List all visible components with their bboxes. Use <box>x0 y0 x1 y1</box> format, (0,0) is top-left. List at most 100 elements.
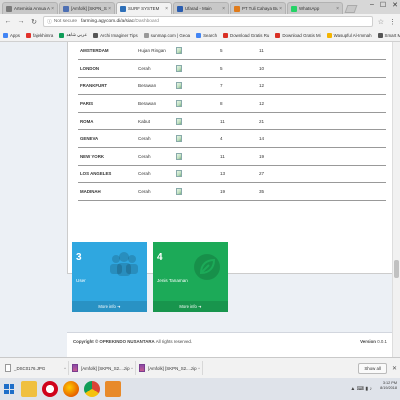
system-tray-icons[interactable]: ▲ ⌨ ▮ ♪ <box>350 386 372 392</box>
bookmark-item[interactable]: Archi Imaginer Tips <box>93 32 138 38</box>
bookmark-star-icon[interactable]: ☆ <box>378 18 384 26</box>
weather-cell: Cerah <box>138 171 151 177</box>
page-footer: Copyright © OPREKINDO NUSANTARA All righ… <box>67 332 392 357</box>
bookmark-item[interactable]: Wasupful Al-Immah <box>326 32 372 38</box>
table-row: AMSTERDAM Hujan Ringan 5 11 <box>78 42 386 60</box>
bookmark-label: Apps <box>10 32 21 38</box>
bookmark-item[interactable]: sunmap.com | Geoa <box>143 32 190 38</box>
browser-tab[interactable]: SURF SYSTEM × <box>116 2 172 14</box>
tab-close-icon[interactable]: × <box>51 6 54 12</box>
close-icon[interactable]: ✕ <box>392 365 397 372</box>
tab-close-icon[interactable]: × <box>165 6 168 12</box>
tab-close-icon[interactable]: × <box>222 6 225 12</box>
bookmark-icon <box>59 32 65 38</box>
new-tab-button[interactable] <box>344 5 358 13</box>
opera-icon[interactable] <box>42 381 58 397</box>
bookmark-item[interactable]: Apps <box>3 32 21 38</box>
chevron-up-icon[interactable]: ^ <box>131 366 133 371</box>
max-temp-cell: 27 <box>259 171 265 177</box>
bookmark-icon <box>275 32 281 38</box>
weather-cell: Cerah <box>138 65 151 71</box>
firefox-icon[interactable] <box>63 381 79 397</box>
browser-tab[interactable]: PT Tuli Cahaya Buana | A× <box>230 2 286 14</box>
info-icon[interactable]: ⓘ <box>47 18 52 25</box>
table-row: FRANKFURT Berawan 7 12 <box>78 77 386 95</box>
reload-icon[interactable]: ↻ <box>30 18 38 26</box>
company-name[interactable]: OPREKINDO NUSANTARA <box>99 339 154 344</box>
city-cell: AMSTERDAM <box>80 48 109 54</box>
rights-text: All rights reserved. <box>155 339 193 344</box>
browser-tab[interactable]: Ufarad - Main × <box>173 2 229 14</box>
min-temp-cell: 11 <box>220 153 225 159</box>
min-temp-cell: 11 <box>220 118 225 124</box>
user-stat-box: 3 User More info ➜ <box>72 242 147 312</box>
show-all-button[interactable]: Show all <box>358 362 387 374</box>
plant-more-info-link[interactable]: More info ➜ <box>153 301 228 312</box>
weather-cell: Cerah <box>138 189 151 195</box>
close-window-icon[interactable]: ✕ <box>392 1 398 9</box>
minimize-icon[interactable]: – <box>370 1 374 9</box>
scrollbar-thumb[interactable] <box>394 260 399 278</box>
bookmark-label: Download Gratis Ru <box>230 32 270 38</box>
broken-image-icon <box>176 135 182 143</box>
screen: Artemisia Annua An Ext×[Amfolk] [SKPN_S2… <box>0 0 400 400</box>
tab-close-icon[interactable]: × <box>108 6 111 12</box>
bookmark-label: fajekhimra <box>33 32 54 38</box>
min-temp-cell: 13 <box>220 171 226 177</box>
download-label: _DSC0176.JPG <box>14 365 46 371</box>
broken-image-icon <box>176 64 182 72</box>
tab-favicon-icon <box>6 5 12 12</box>
user-count: 3 <box>76 252 82 263</box>
weather-image-cell <box>176 77 217 95</box>
forward-icon[interactable]: → <box>17 18 25 25</box>
browser-tab[interactable]: Artemisia Annua An Ext× <box>2 2 58 14</box>
bookmarks-bar: Apps fajekhimra عربي شاهد Archi Imaginer Ti… <box>0 29 400 42</box>
maximize-icon[interactable]: ☐ <box>380 1 386 9</box>
download-item[interactable]: [Amfolk] [SKPN_S2....zip ^ <box>137 361 203 375</box>
file-explorer-icon[interactable] <box>21 381 37 397</box>
weather-table: AMSTERDAM Hujan Ringan 5 11 LONDON Cerah 5 10 FR… <box>78 42 386 201</box>
plant-stat-box: 4 Jenis Tanaman More info ➜ <box>153 242 228 312</box>
tab-close-icon[interactable]: × <box>279 6 282 12</box>
bookmark-item[interactable]: fajekhimra <box>26 32 54 38</box>
browser-tab[interactable]: WhatsApp × <box>287 2 343 14</box>
chevron-up-icon[interactable]: ^ <box>198 366 200 371</box>
bookmark-icon <box>3 32 8 38</box>
tab-label: PT Tuli Cahaya Buana | A <box>242 6 279 11</box>
table-row: LONDON Cerah 5 10 <box>78 60 386 78</box>
download-item[interactable]: _DSC0176.JPG ^ <box>3 361 69 375</box>
url-path: /Dashboard <box>134 19 159 24</box>
chrome-icon[interactable] <box>84 381 100 397</box>
download-items: _DSC0176.JPG ^ [Amfolk] [SKPN_S2....zip ^ [A… <box>3 361 204 375</box>
plant-more-info-label: More info <box>179 304 197 309</box>
page-scrollbar[interactable] <box>392 42 400 357</box>
chevron-up-icon[interactable]: ^ <box>64 366 66 371</box>
back-icon[interactable]: ← <box>4 18 12 25</box>
bookmark-label: Search <box>203 32 218 38</box>
menu-icon[interactable]: ⋮ <box>389 18 396 26</box>
bookmark-label: عربي شاهد <box>66 32 88 37</box>
bookmark-item[interactable]: Download Gratis Mi <box>275 32 321 38</box>
bookmark-item[interactable]: عربي شاهد <box>59 32 87 38</box>
browser-tab[interactable]: [Amfolk] [SKPN_S2_05_1× <box>59 2 115 14</box>
user-more-info-link[interactable]: More info ➜ <box>72 301 147 312</box>
windows-start-icon[interactable] <box>2 382 16 396</box>
copyright-text: Copyright © OPREKINDO NUSANTARA All righ… <box>73 339 192 344</box>
folder-icon[interactable] <box>105 381 121 397</box>
bookmark-item[interactable]: Download Gratis Ru <box>223 32 270 38</box>
broken-image-icon <box>176 152 182 160</box>
bookmark-label: Download Gratis Mi <box>282 32 321 38</box>
min-temp-cell: 7 <box>220 83 223 89</box>
url-input[interactable]: ⓘ Not secure farming.agycom.di/a/siac/Da… <box>43 16 373 27</box>
bookmark-item[interactable]: Smart Mastering | Fu <box>377 32 400 38</box>
tab-label: WhatsApp <box>299 6 320 11</box>
download-item[interactable]: [Amfolk] [SKPN_S2....zip ^ <box>70 361 136 375</box>
address-bar: ← → ↻ ⓘ Not secure farming.agycom.di/a/s… <box>0 14 400 29</box>
city-cell: MADINAH <box>80 189 101 195</box>
bookmark-item[interactable]: Search <box>196 32 218 38</box>
tab-close-icon[interactable]: × <box>336 6 339 12</box>
city-cell: FRANKFURT <box>80 83 108 89</box>
clock[interactable]: 3:12 PM 8/19/2018 <box>380 381 397 391</box>
max-temp-cell: 21 <box>259 118 265 124</box>
plant-count: 4 <box>157 252 163 263</box>
